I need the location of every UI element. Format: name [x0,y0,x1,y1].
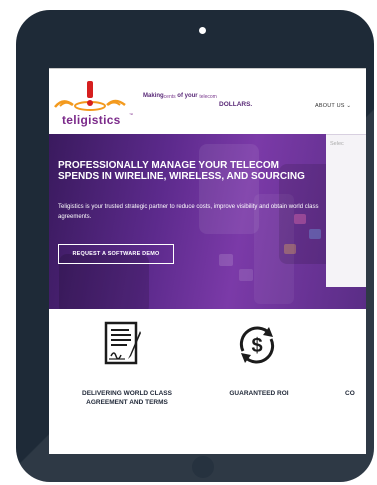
home-button[interactable] [192,456,214,478]
tagline-of-your: of your [177,93,198,99]
logo-trademark: ™ [129,112,133,117]
nav-about-us[interactable]: ABOUT US ⌄ [315,103,351,109]
tablet-device-frame: teligistics ™ Makingcents of your teleco… [16,10,374,482]
dollar-cycle-icon: $ [239,326,275,364]
hero-title: PROFESSIONALLY MANAGE YOUR TELECOM SPEND… [58,160,305,182]
contract-signature-icon [104,321,141,365]
camera-dot [199,27,206,34]
feature-label-partial: CO [345,389,366,398]
site-header: teligistics ™ Makingcents of your teleco… [49,68,366,135]
hero-banner: Selec PROFESSIONALLY MANAGE YOUR TELECOM… [49,134,366,309]
feature-label-line: CO [345,390,355,397]
tagline-telecom: telecom [199,94,217,100]
feature-label-line: AGREEMENT AND TERMS [86,399,168,406]
feature-label-line: GUARANTEED ROI [229,390,289,397]
svg-text:$: $ [251,335,262,357]
hero-side-panel[interactable]: Selec [326,134,366,287]
logo-wordmark: teligistics [62,113,121,127]
hero-subtitle: Teligistics is your trusted strategic pa… [58,204,319,220]
hero-panel-label: Selec [330,141,344,147]
brand-tagline: Makingcents of your telecom DOLLARS. [143,93,252,108]
nav-about-label: ABOUT US [315,103,345,109]
feature-label-line: DELIVERING WORLD CLASS [82,390,172,397]
chevron-down-icon: ⌄ [346,103,352,109]
tagline-making: Making [143,93,164,99]
feature-label-agreements: DELIVERING WORLD CLASS AGREEMENT AND TER… [57,389,197,407]
feature-label-roi: GUARANTEED ROI [209,389,309,398]
teligistics-logo[interactable]: teligistics ™ [51,75,137,133]
request-demo-button[interactable]: REQUEST A SOFTWARE DEMO [58,244,174,264]
tagline-cents: cents [163,94,176,100]
tagline-dollars: DOLLARS. [219,101,253,108]
tablet-screen: teligistics ™ Makingcents of your teleco… [49,54,366,454]
features-section: DELIVERING WORLD CLASS AGREEMENT AND TER… [49,309,366,454]
logo-signal-icon [54,81,126,111]
screen-top-bar [49,54,366,68]
